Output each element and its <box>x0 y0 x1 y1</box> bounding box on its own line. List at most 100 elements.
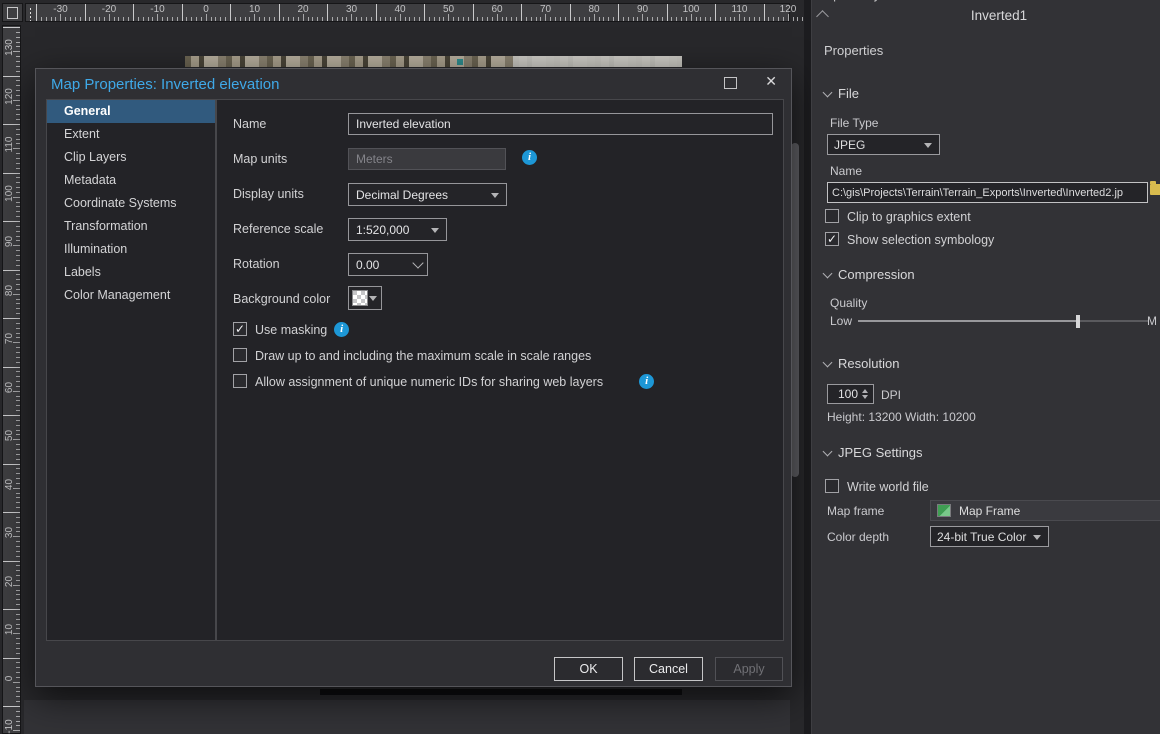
ruler-minor-tick <box>16 672 20 673</box>
map-frame-value: Map Frame <box>959 504 1020 518</box>
ruler-minor-tick <box>574 17 575 21</box>
ruler-minor-tick <box>346 17 347 21</box>
selection-symbology-checkbox[interactable]: ✓ <box>825 232 839 246</box>
ruler-minor-tick <box>405 17 406 21</box>
ruler-minor-tick <box>220 17 221 21</box>
info-icon[interactable]: i <box>522 150 537 165</box>
ruler-minor-tick <box>429 17 430 21</box>
ruler-minor-tick <box>16 527 20 528</box>
ruler-minor-tick <box>16 653 20 654</box>
ruler-minor-tick <box>16 478 20 479</box>
ruler-minor-tick <box>594 14 595 21</box>
ruler-minor-tick <box>245 17 246 21</box>
ruler-minor-tick <box>511 17 512 21</box>
ruler-minor-tick <box>16 134 20 135</box>
ruler-minor-tick <box>686 17 687 21</box>
checkbox[interactable] <box>233 374 247 388</box>
ruler-minor-tick <box>16 313 20 314</box>
ruler-minor-tick <box>691 14 692 21</box>
file-section-label: File <box>838 86 859 101</box>
ruler-minor-tick <box>16 240 20 241</box>
sidebar-item-labels[interactable]: Labels <box>47 261 215 284</box>
ruler-minor-tick <box>439 17 440 21</box>
chevron-down-icon <box>491 193 499 198</box>
file-type-dropdown[interactable]: JPEG <box>827 134 940 155</box>
reference-scale-dropdown[interactable]: 1:520,000 <box>348 218 447 241</box>
checkbox[interactable]: ✓ <box>233 322 247 336</box>
color-depth-dropdown[interactable]: 24-bit True Color <box>930 526 1049 547</box>
sidebar-item-transformation[interactable]: Transformation <box>47 215 215 238</box>
ruler-minor-tick <box>361 17 362 21</box>
ruler-minor-tick <box>46 17 47 21</box>
ruler-minor-tick <box>16 575 20 576</box>
ruler-minor-tick <box>16 701 20 702</box>
export-path-input[interactable]: C:\gis\Projects\Terrain\Terrain_Exports\… <box>827 182 1148 203</box>
quality-slider-thumb[interactable] <box>1076 315 1080 328</box>
ruler-minor-tick <box>16 590 20 591</box>
panel-divider[interactable] <box>804 0 811 734</box>
sidebar-item-extent[interactable]: Extent <box>47 123 215 146</box>
ruler-minor-tick <box>16 260 20 261</box>
write-world-file-checkbox[interactable] <box>825 479 839 493</box>
export-layout-pane: Export Layout Inverted1 Properties File … <box>811 0 1160 734</box>
background-color-picker[interactable] <box>348 286 382 310</box>
ruler-minor-tick <box>16 187 20 188</box>
quality-slider-track[interactable] <box>1080 320 1149 322</box>
ruler-minor-tick <box>60 14 61 21</box>
map-page-strip <box>185 56 682 67</box>
ruler-minor-tick <box>16 468 20 469</box>
layout-name: Inverted1 <box>812 8 1160 23</box>
ruler-minor-tick <box>16 376 20 377</box>
display-units-dropdown[interactable]: Decimal Degrees <box>348 183 507 206</box>
sidebar-item-illumination[interactable]: Illumination <box>47 238 215 261</box>
ruler-minor-tick <box>16 352 20 353</box>
info-icon[interactable]: i <box>334 322 349 337</box>
compression-section-header[interactable]: Compression <box>824 267 915 282</box>
ruler-minor-tick <box>152 17 153 21</box>
display-units-label: Display units <box>233 187 304 201</box>
ruler-minor-tick <box>395 17 396 21</box>
checkbox[interactable] <box>233 348 247 362</box>
ruler-minor-tick <box>16 231 20 232</box>
sidebar-item-metadata[interactable]: Metadata <box>47 169 215 192</box>
sidebar-item-general[interactable]: General <box>47 100 215 123</box>
vertical-scrollbar-thumb[interactable] <box>791 143 799 477</box>
quality-label: Quality <box>830 296 867 310</box>
rotation-combo[interactable]: 0.00 <box>348 253 428 276</box>
ruler-minor-tick <box>16 279 20 280</box>
close-button[interactable]: ✕ <box>765 73 777 90</box>
ruler-minor-tick <box>16 80 20 81</box>
ruler-minor-tick <box>16 546 20 547</box>
quality-slider-track-filled[interactable] <box>858 320 1076 322</box>
maximize-button[interactable] <box>724 77 737 89</box>
jpeg-settings-section-header[interactable]: JPEG Settings <box>824 445 923 460</box>
clip-graphics-checkbox[interactable] <box>825 209 839 223</box>
ruler-major-tick <box>764 4 765 21</box>
ruler-minor-tick <box>89 17 90 21</box>
map-frame-dropdown[interactable]: Map Frame <box>930 500 1160 521</box>
ruler-minor-tick <box>419 17 420 21</box>
name-input[interactable]: Inverted elevation <box>348 113 773 135</box>
info-icon[interactable]: i <box>639 374 654 389</box>
dpi-spinner[interactable]: 100 <box>827 384 874 404</box>
write-world-file-label: Write world file <box>847 480 929 494</box>
ruler-minor-tick <box>16 556 20 557</box>
ok-button[interactable]: OK <box>554 657 623 681</box>
sidebar-item-clip-layers[interactable]: Clip Layers <box>47 146 215 169</box>
ruler-minor-tick <box>623 17 624 21</box>
resolution-section-header[interactable]: Resolution <box>824 356 899 371</box>
pane-header-clipped: Export Layout <box>818 0 898 7</box>
reference-scale-value: 1:520,000 <box>356 223 409 237</box>
file-section-header[interactable]: File <box>824 86 859 101</box>
spinner-up-icon[interactable] <box>862 389 868 393</box>
sidebar-item-color-management[interactable]: Color Management <box>47 284 215 307</box>
ruler-minor-tick <box>16 551 20 552</box>
ruler-minor-tick <box>16 721 20 722</box>
sidebar-item-coordinate-systems[interactable]: Coordinate Systems <box>47 192 215 215</box>
ruler-minor-tick <box>16 206 20 207</box>
spinner-down-icon[interactable] <box>862 395 868 399</box>
folder-browse-icon[interactable] <box>1150 184 1160 195</box>
ruler-minor-tick <box>16 716 20 717</box>
cancel-button[interactable]: Cancel <box>634 657 703 681</box>
ruler-minor-tick <box>16 46 20 47</box>
